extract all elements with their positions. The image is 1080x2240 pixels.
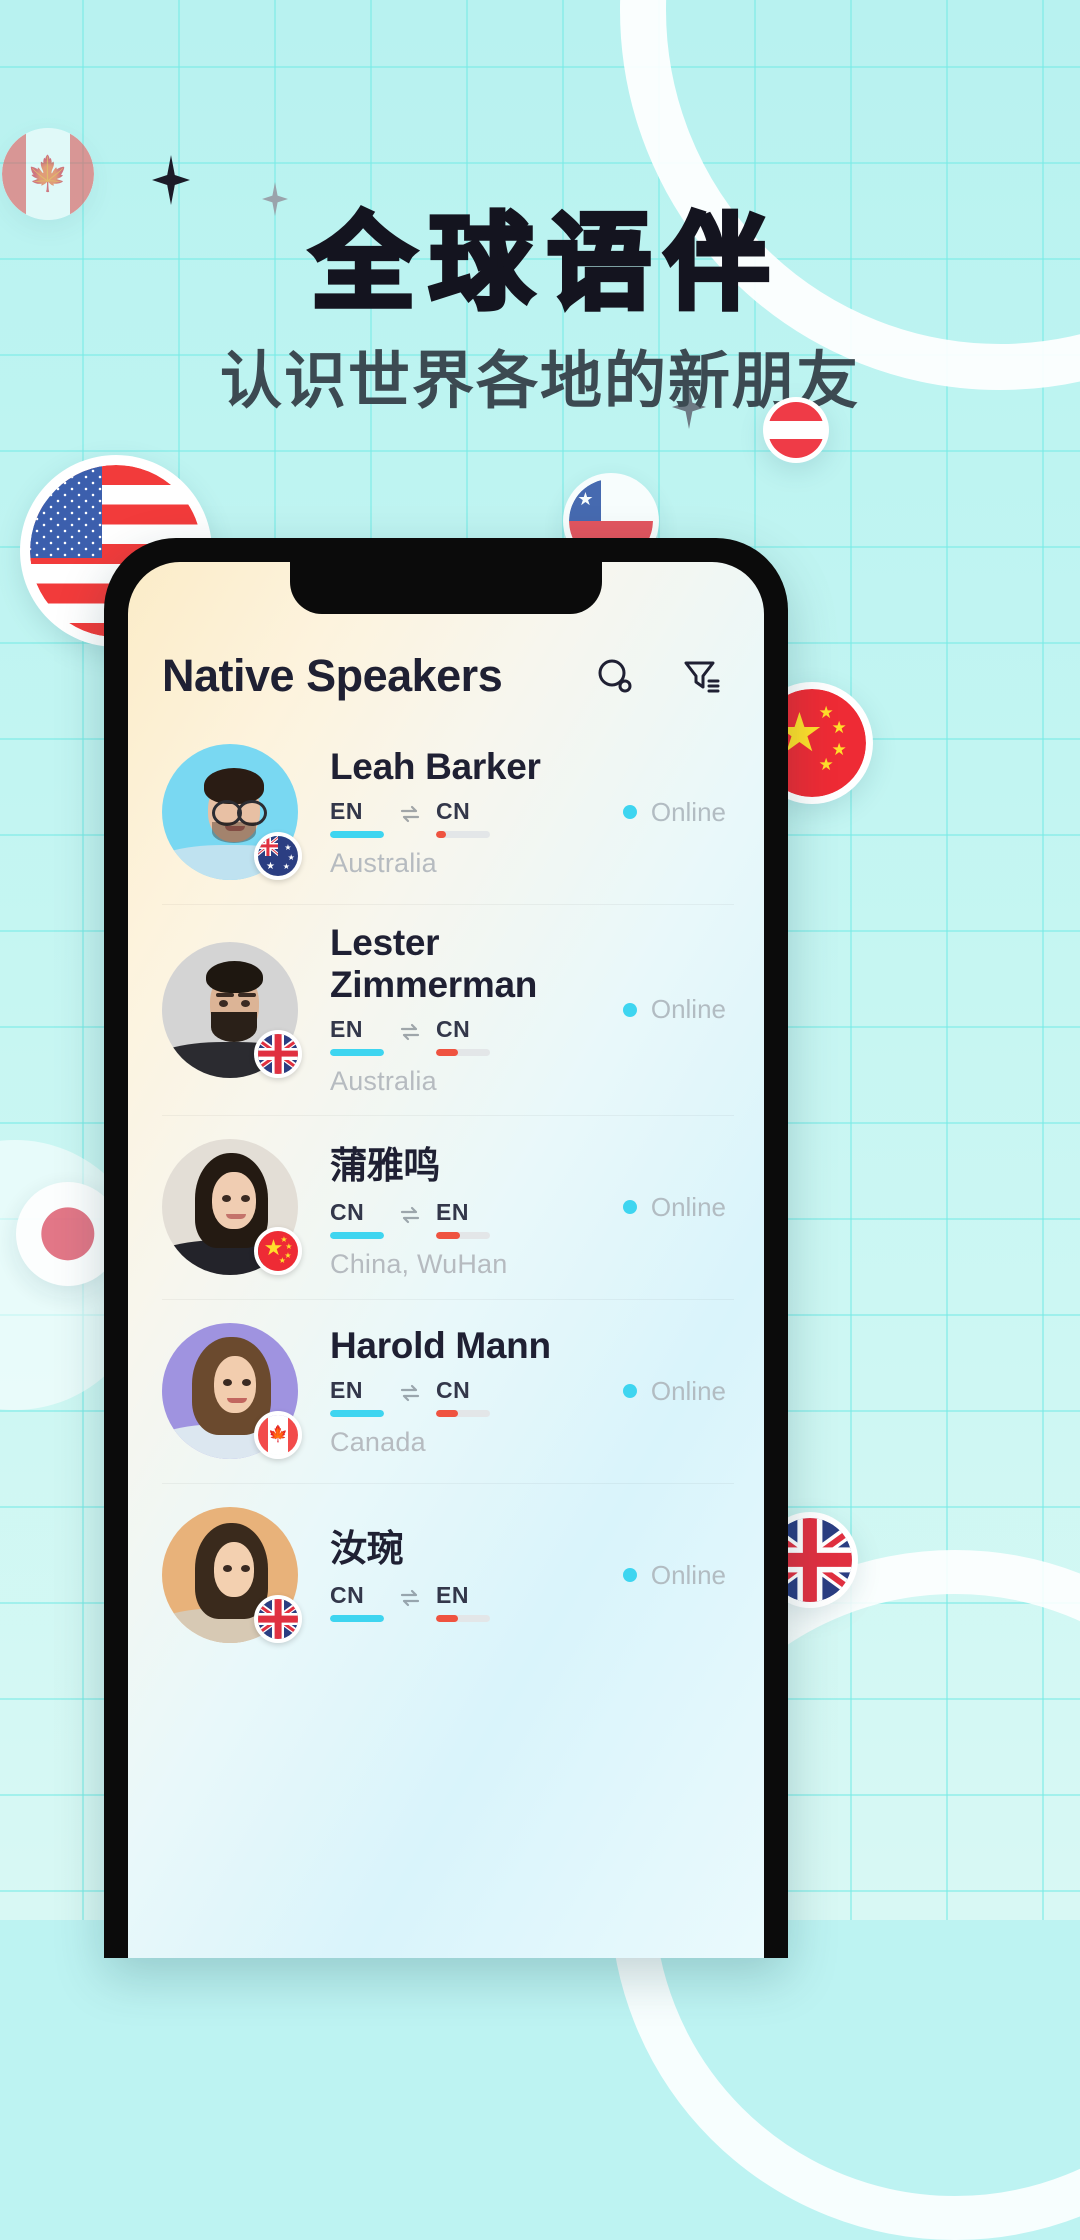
avatar[interactable]: ★ ★ ★ ★ ★ xyxy=(162,1139,302,1275)
status-label: Online xyxy=(650,796,726,827)
list-item[interactable]: Lester Zimmerman EN CN Australia Online xyxy=(128,904,764,1115)
online-dot-icon xyxy=(622,1568,637,1582)
language-from-code: CN xyxy=(330,1582,365,1608)
speaker-location: Australia xyxy=(330,1066,437,1096)
country-flag-badge: 🍁 xyxy=(254,1411,302,1459)
language-from-code: EN xyxy=(330,797,363,824)
status-badge: Online xyxy=(622,1559,734,1591)
language-to-code: CN xyxy=(436,1376,471,1403)
language-from-level xyxy=(330,1231,384,1239)
language-from-code: CN xyxy=(330,1198,365,1225)
language-to-code: EN xyxy=(436,1582,469,1608)
language-to-level xyxy=(436,1231,490,1239)
filter-icon[interactable] xyxy=(678,653,724,699)
language-from-level xyxy=(330,830,384,838)
language-to-level xyxy=(436,1049,490,1056)
status-label: Online xyxy=(650,1559,726,1590)
country-flag-badge: ★ ★ ★ ★ xyxy=(254,832,302,880)
search-icon[interactable] xyxy=(592,653,638,699)
avatar[interactable]: 🍁 xyxy=(162,1323,302,1459)
speaker-location: Australia xyxy=(330,847,437,878)
speaker-name: Lester Zimmerman xyxy=(330,922,538,1005)
page-title: 全球语伴 xyxy=(308,200,783,327)
status-badge: Online xyxy=(622,1191,734,1223)
country-flag-badge xyxy=(254,1595,302,1643)
avatar[interactable] xyxy=(162,941,302,1078)
country-flag-badge: ★ ★ ★ ★ ★ xyxy=(254,1227,302,1275)
language-from-code: EN xyxy=(330,1376,363,1403)
language-from-code: EN xyxy=(330,1016,363,1042)
language-pair: EN CN xyxy=(330,1016,623,1056)
list-item[interactable]: 汝琬 CN EN Online xyxy=(128,1483,764,1667)
avatar[interactable]: ★ ★ ★ ★ xyxy=(162,744,302,880)
language-to-code: CN xyxy=(436,797,471,824)
speaker-name: 蒲雅鸣 xyxy=(330,1144,441,1186)
status-badge: Online xyxy=(622,1375,734,1407)
language-pair: EN CN xyxy=(330,798,623,838)
status-badge: Online xyxy=(622,994,734,1025)
page-subtitle: 认识世界各地的新朋友 xyxy=(219,344,860,417)
status-label: Online xyxy=(650,1191,726,1222)
list-item[interactable]: 🍁 Harold Mann EN CN Canada Online xyxy=(128,1299,764,1483)
status-badge: Online xyxy=(622,796,734,828)
speaker-name: 汝琬 xyxy=(330,1528,404,1569)
app-title: Native Speakers xyxy=(162,650,503,701)
status-label: Online xyxy=(650,994,726,1024)
language-to-code: CN xyxy=(436,1016,471,1042)
speakers-list: ★ ★ ★ ★ Leah Barker EN CN Australia Onli… xyxy=(128,720,764,1667)
language-to-level xyxy=(436,1409,490,1417)
language-to-level xyxy=(436,830,490,838)
list-item[interactable]: ★ ★ ★ ★ ★ 蒲雅鸣 CN EN China, WuHan Online xyxy=(128,1115,764,1299)
swap-arrows-icon xyxy=(398,1586,422,1615)
list-item[interactable]: ★ ★ ★ ★ Leah Barker EN CN Australia Onli… xyxy=(128,720,764,904)
swap-arrows-icon xyxy=(398,1203,422,1232)
avatar[interactable] xyxy=(162,1507,302,1643)
swap-arrows-icon xyxy=(398,1381,422,1410)
speaker-location: China, WuHan xyxy=(330,1248,508,1279)
speaker-name: Leah Barker xyxy=(330,745,541,787)
online-dot-icon xyxy=(622,1200,637,1214)
phone-mockup: Native Speakers ★ ★ ★ ★ Leah Barker EN C… xyxy=(104,538,788,1958)
speaker-location: Canada xyxy=(330,1426,426,1457)
online-dot-icon xyxy=(622,1384,637,1398)
language-from-level xyxy=(330,1409,384,1417)
phone-screen: Native Speakers ★ ★ ★ ★ Leah Barker EN C… xyxy=(128,562,764,1958)
speaker-name: Harold Mann xyxy=(330,1324,551,1366)
online-dot-icon xyxy=(622,805,637,819)
online-dot-icon xyxy=(622,1002,637,1017)
language-pair: EN CN xyxy=(330,1377,623,1417)
language-from-level xyxy=(330,1615,384,1622)
language-to-code: EN xyxy=(436,1198,469,1225)
status-label: Online xyxy=(650,1375,726,1406)
language-to-level xyxy=(436,1615,490,1622)
language-from-level xyxy=(330,1049,384,1056)
swap-arrows-icon xyxy=(398,802,422,831)
country-flag-badge xyxy=(254,1029,302,1078)
phone-notch xyxy=(290,562,602,614)
swap-arrows-icon xyxy=(398,1020,422,1049)
canada-flag-bubble: 🍁 xyxy=(2,128,94,220)
language-pair: CN EN xyxy=(330,1582,623,1622)
maple-leaf-icon: 🍁 xyxy=(26,155,70,193)
austria-flag-bubble xyxy=(763,397,829,463)
language-pair: CN EN xyxy=(330,1199,623,1239)
